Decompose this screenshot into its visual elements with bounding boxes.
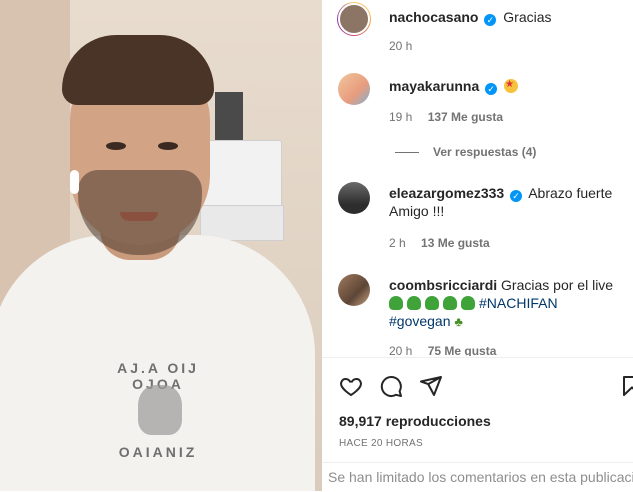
verified-check-icon: ✓: [485, 83, 498, 95]
comment-bubble-icon[interactable]: [379, 374, 403, 398]
broccoli-emoji-icon: [425, 296, 439, 310]
broccoli-emoji-icon: [461, 296, 475, 310]
broccoli-emoji-icon: [389, 296, 403, 310]
comment-likes[interactable]: 13 Me gusta: [421, 236, 490, 250]
video-person-eye-right: [158, 142, 178, 150]
commenter-avatar[interactable]: [338, 274, 370, 306]
video-earbud: [70, 170, 79, 194]
verified-check-icon: ✓: [484, 14, 497, 26]
video-printer: [200, 140, 282, 207]
paper-plane-icon[interactable]: [419, 374, 443, 398]
caption-text: Gracias: [503, 9, 552, 25]
comments-limited-notice: Se han limitado los comentarios en esta …: [322, 462, 633, 492]
video-shirt-text-bottom: OAIANIZ: [118, 444, 198, 460]
video-printer-top: [215, 92, 243, 140]
comment-time[interactable]: 2 h: [389, 236, 406, 250]
replies-divider: [395, 152, 419, 153]
video-shirt-lion-graphic: [138, 385, 182, 435]
comment-meta: 19 h 137 Me gusta: [389, 110, 503, 124]
views-count[interactable]: 89,917 reproducciones: [339, 413, 491, 429]
comment-time[interactable]: 20 h: [389, 344, 412, 356]
comment-username[interactable]: eleazargomez333: [389, 185, 504, 201]
comment-time[interactable]: 19 h: [389, 110, 412, 124]
views-label: reproducciones: [385, 413, 491, 429]
video-person-mouth: [120, 212, 158, 221]
video-player[interactable]: AJ.A OIJ OJOA OAIANIZ: [0, 0, 322, 491]
bookmark-icon[interactable]: [620, 374, 633, 398]
hashtag-link[interactable]: #govegan: [389, 313, 451, 329]
comment-text: Gracias por el live: [501, 277, 614, 293]
caption-time[interactable]: 20 h: [389, 39, 412, 53]
video-person-hair: [62, 35, 214, 105]
post-timestamp[interactable]: HACE 20 HORAS: [339, 438, 423, 449]
broccoli-emoji-icon: [443, 296, 457, 310]
comment-meta: 20 h 75 Me gusta: [389, 344, 496, 356]
views-number: 89,917: [339, 413, 382, 429]
comments-panel: nachocasano ✓ Gracias 20 h mayakarunna ✓…: [322, 0, 633, 491]
comments-list[interactable]: nachocasano ✓ Gracias 20 h mayakarunna ✓…: [322, 0, 633, 356]
verified-check-icon: ✓: [510, 190, 523, 202]
author-avatar[interactable]: [337, 2, 371, 36]
broccoli-emoji-icon: [407, 296, 421, 310]
comment-likes[interactable]: 75 Me gusta: [428, 344, 497, 356]
seedling-emoji-icon: ♣: [454, 314, 463, 329]
post-actions-bar: [322, 357, 633, 408]
caption-username[interactable]: nachocasano: [389, 9, 478, 25]
hashtag-link[interactable]: #NACHIFAN: [479, 295, 558, 311]
heart-icon[interactable]: [339, 374, 363, 398]
comment-meta: 2 h 13 Me gusta: [389, 236, 490, 250]
video-person-eye-left: [106, 142, 126, 150]
view-replies-button[interactable]: Ver respuestas (4): [395, 145, 536, 159]
star-eyes-emoji-icon: [504, 76, 519, 94]
comment-username[interactable]: mayakarunna: [389, 78, 479, 94]
commenter-avatar[interactable]: [338, 73, 370, 105]
commenter-avatar[interactable]: [338, 182, 370, 214]
comment-likes[interactable]: 137 Me gusta: [428, 110, 503, 124]
comment-username[interactable]: coombsricciardi: [389, 277, 497, 293]
view-replies-label: Ver respuestas (4): [433, 145, 537, 159]
